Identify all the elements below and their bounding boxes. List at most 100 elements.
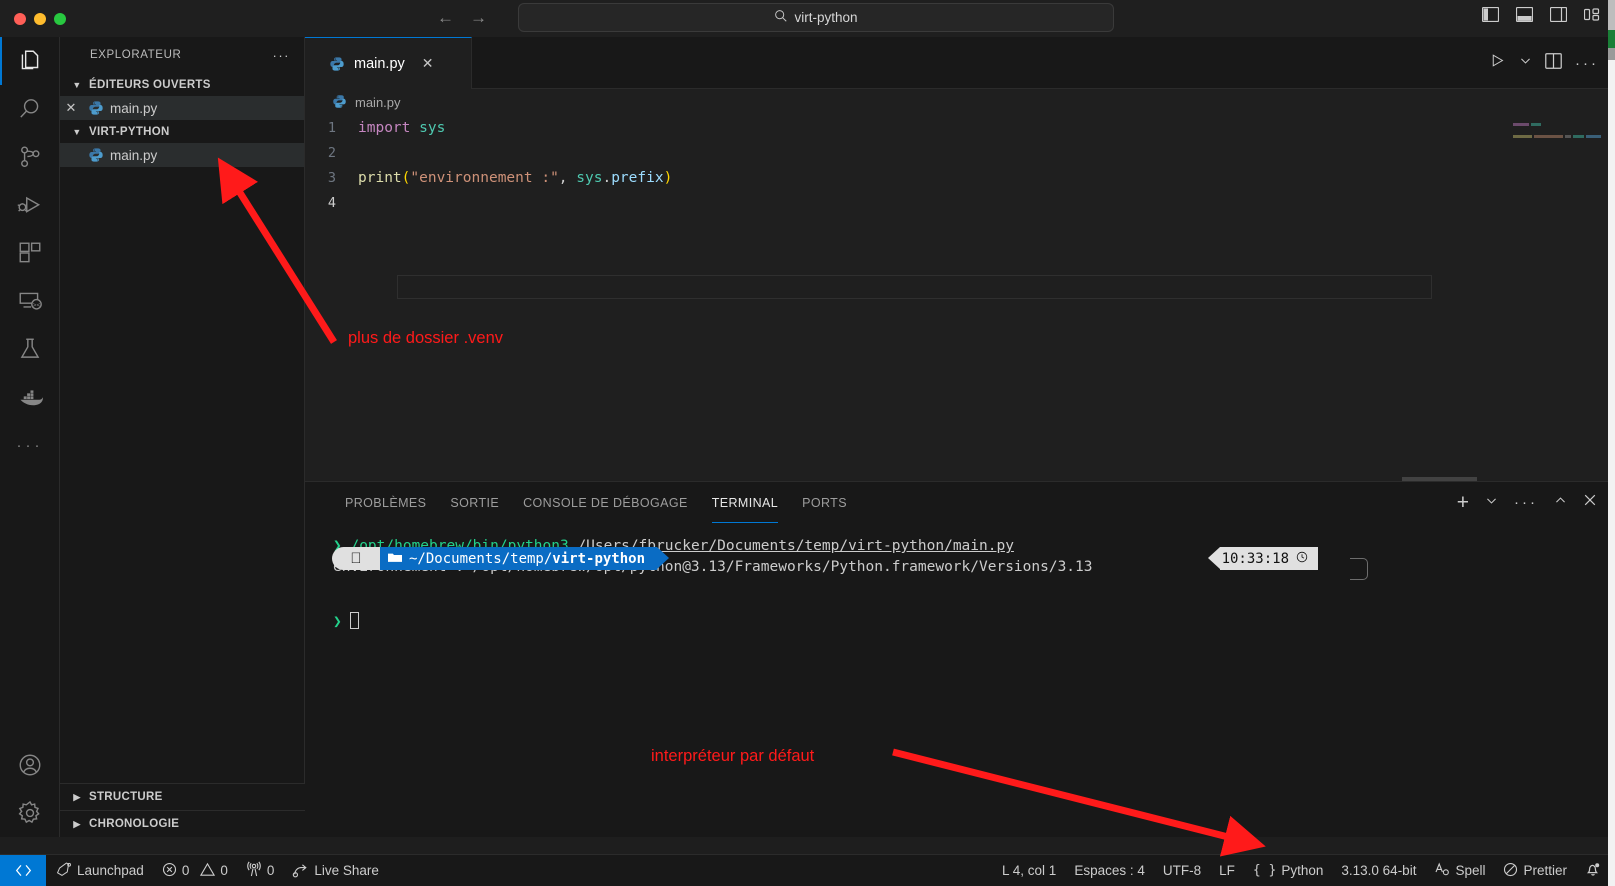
status-launchpad[interactable]: Launchpad bbox=[46, 855, 153, 886]
terminal-prompt-path: ~/Documents/temp/virt-python bbox=[380, 547, 657, 570]
section-header-virt-python[interactable]: ▼ VIRT-PYTHON bbox=[60, 120, 304, 143]
status-indentation[interactable]: Espaces : 4 bbox=[1065, 855, 1154, 886]
python-icon bbox=[332, 94, 348, 110]
go-back-icon[interactable]: ← bbox=[437, 6, 454, 30]
annotation-no-venv-folder: plus de dossier .venv bbox=[348, 329, 503, 348]
sidebar-item-extensions[interactable] bbox=[0, 229, 60, 277]
toggle-primary-sidebar-icon[interactable] bbox=[1482, 7, 1499, 22]
close-editor-icon[interactable]: ✕ bbox=[60, 100, 82, 116]
close-icon[interactable] bbox=[1583, 493, 1597, 512]
code-line-content[interactable]: print("environnement :", sys.prefix) bbox=[358, 170, 672, 186]
status-prettier[interactable]: Prettier bbox=[1494, 855, 1576, 886]
error-icon bbox=[162, 862, 177, 880]
status-problems[interactable]: 0 0 bbox=[153, 855, 237, 886]
status-python-interpreter[interactable]: 3.13.0 64-bit bbox=[1332, 855, 1425, 886]
sidebar-item-testing[interactable] bbox=[0, 325, 60, 373]
spell-label: Spell bbox=[1455, 863, 1485, 878]
gear-icon[interactable] bbox=[0, 789, 60, 837]
encoding-label: UTF-8 bbox=[1163, 863, 1201, 878]
language-mode-label: Python bbox=[1281, 863, 1323, 878]
tab-main-py[interactable]: main.py ✕ bbox=[305, 37, 472, 89]
accounts-icon[interactable] bbox=[0, 741, 60, 789]
status-errors-count: 0 bbox=[182, 863, 190, 878]
sidebar-item-run-and-debug[interactable] bbox=[0, 181, 60, 229]
prompt-tail-arrow bbox=[657, 547, 669, 569]
status-warnings-count: 0 bbox=[220, 863, 228, 878]
ellipsis-icon[interactable]: ··· bbox=[1514, 494, 1538, 511]
toggle-panel-icon[interactable] bbox=[1516, 7, 1533, 22]
minimize-window-button[interactable] bbox=[34, 13, 46, 25]
status-ports-count: 0 bbox=[267, 863, 275, 878]
ellipsis-icon[interactable]: ··· bbox=[1575, 55, 1599, 72]
go-forward-icon[interactable]: → bbox=[470, 6, 487, 30]
customize-layout-icon[interactable] bbox=[1584, 7, 1601, 22]
section-header-open-editors[interactable]: ▼ ÉDITEURS OUVERTS bbox=[60, 73, 304, 96]
open-editor-row-main-py[interactable]: ✕ main.py bbox=[60, 96, 304, 120]
status-eol[interactable]: LF bbox=[1210, 855, 1244, 886]
status-bar-right: L 4, col 1 Espaces : 4 UTF-8 LF { } Pyth… bbox=[993, 855, 1615, 886]
panel-tab-terminal[interactable]: TERMINAL bbox=[700, 482, 790, 523]
sidebar-item-remote-explorer[interactable]: >< bbox=[0, 277, 60, 325]
python-icon bbox=[329, 56, 345, 72]
terminal-prompt-segment:  ~/Documents/temp/virt-python bbox=[332, 547, 669, 570]
sidebar-item-docker[interactable] bbox=[0, 373, 60, 421]
status-live-share[interactable]: Live Share bbox=[283, 855, 388, 886]
close-tab-icon[interactable]: ✕ bbox=[422, 55, 434, 72]
sidebar-collapsed-sections: ▶ STRUCTURE ▶ CHRONOLOGIE bbox=[60, 783, 305, 837]
activity-bar-bottom bbox=[0, 741, 60, 837]
terminal-cursor bbox=[350, 612, 359, 629]
play-icon[interactable] bbox=[1489, 52, 1506, 74]
maximize-window-button[interactable] bbox=[54, 13, 66, 25]
code-line-content[interactable]: import sys bbox=[358, 120, 445, 136]
code-line: 1import sys bbox=[305, 115, 1615, 140]
section-label-open-editors: ÉDITEURS OUVERTS bbox=[89, 79, 211, 91]
status-language-mode[interactable]: { } Python bbox=[1244, 855, 1333, 886]
breadcrumb[interactable]: main.py bbox=[305, 89, 1615, 115]
remote-indicator-icon[interactable] bbox=[0, 855, 46, 886]
sidebar-more-actions-icon[interactable]: ··· bbox=[273, 48, 291, 63]
panel-tab-sortie[interactable]: SORTIE bbox=[438, 482, 511, 523]
sidebar-item-search[interactable] bbox=[0, 85, 60, 133]
panel-tab-ports[interactable]: PORTS bbox=[790, 482, 859, 523]
terminal-output[interactable]: ❯ /opt/homebrew/bin/python3 /Users/fbruc… bbox=[305, 523, 1385, 838]
status-cursor-position[interactable]: L 4, col 1 bbox=[993, 855, 1065, 886]
file-label: main.py bbox=[110, 148, 157, 163]
sidebar-item-source-control[interactable] bbox=[0, 133, 60, 181]
editor-tab-bar: main.py ✕ ··· bbox=[305, 37, 1615, 89]
panel-tab-probl-mes[interactable]: PROBLÈMES bbox=[333, 482, 438, 523]
prettier-icon bbox=[1503, 862, 1518, 880]
close-window-button[interactable] bbox=[14, 13, 26, 25]
plus-icon[interactable]: + bbox=[1457, 491, 1469, 515]
code-editor[interactable]: 1import sys23print("environnement :", sy… bbox=[305, 115, 1615, 485]
navigation-arrows: ← → bbox=[437, 6, 487, 30]
section-header-structure[interactable]: ▶ STRUCTURE bbox=[60, 783, 305, 810]
code-line: 4 bbox=[305, 190, 1615, 215]
section-header-timeline[interactable]: ▶ CHRONOLOGIE bbox=[60, 810, 305, 837]
chevron-down-icon[interactable] bbox=[1519, 54, 1532, 72]
prompt-path-bold: virt-python bbox=[552, 551, 645, 567]
command-center-search[interactable]: virt-python bbox=[518, 3, 1114, 32]
status-radio-tower[interactable]: 0 bbox=[237, 855, 284, 886]
file-row-main-py[interactable]: main.py bbox=[60, 143, 304, 167]
eol-label: LF bbox=[1219, 863, 1235, 878]
apple-icon:  bbox=[332, 547, 380, 570]
minimap[interactable] bbox=[1513, 123, 1601, 141]
chevron-down-icon: ▼ bbox=[70, 80, 84, 90]
status-spell-checker[interactable]: Spell bbox=[1425, 855, 1494, 886]
panel-tab-console-de-d-bogage[interactable]: CONSOLE DE DÉBOGAGE bbox=[511, 482, 700, 523]
split-editor-icon[interactable] bbox=[1545, 53, 1562, 74]
braces-icon: { } bbox=[1253, 863, 1276, 878]
line-number: 1 bbox=[305, 120, 358, 136]
chevron-up-icon[interactable] bbox=[1554, 494, 1567, 512]
indentation-label: Espaces : 4 bbox=[1074, 863, 1145, 878]
sidebar-title: EXPLORATEUR bbox=[90, 49, 181, 61]
toggle-secondary-sidebar-icon[interactable] bbox=[1550, 7, 1567, 22]
chevron-down-icon[interactable] bbox=[1485, 494, 1498, 512]
chevron-down-icon: ▼ bbox=[70, 127, 84, 137]
code-line: 3print("environnement :", sys.prefix) bbox=[305, 165, 1615, 190]
window-scrollbar[interactable] bbox=[1608, 0, 1615, 886]
status-encoding[interactable]: UTF-8 bbox=[1154, 855, 1210, 886]
sidebar-item-more-views[interactable]: ··· bbox=[0, 421, 60, 469]
sidebar-item-explorer[interactable] bbox=[0, 37, 60, 85]
terminal-timestamp-chip: 10:33:18 bbox=[1208, 547, 1318, 570]
